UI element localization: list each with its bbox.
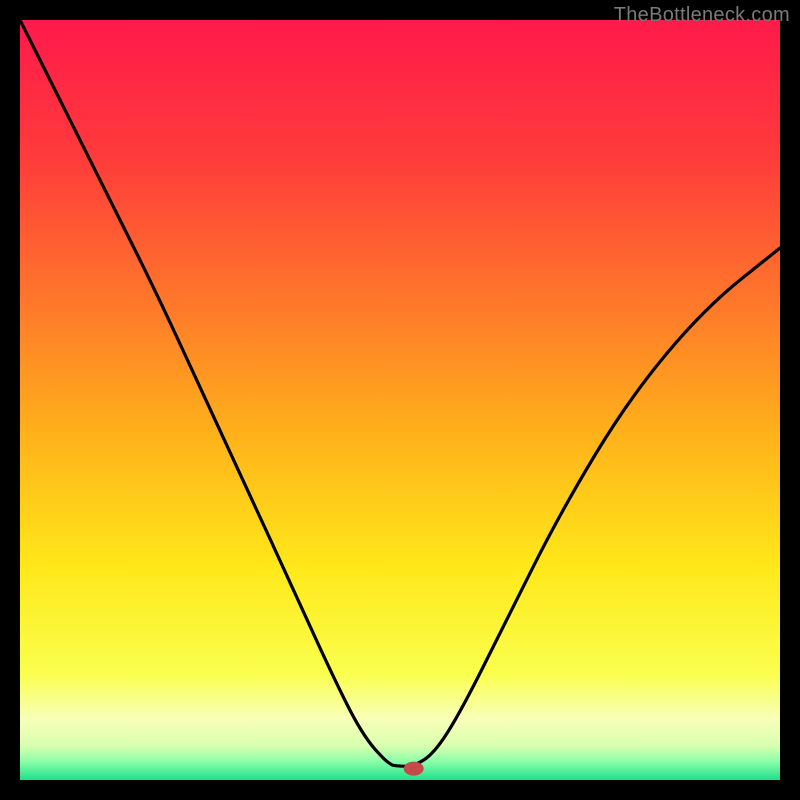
chart-stage: TheBottleneck.com: [0, 0, 800, 800]
gradient-background: [20, 20, 780, 780]
plot-area: [20, 20, 780, 780]
chart-svg: [20, 20, 780, 780]
minimum-marker: [404, 762, 424, 776]
watermark-text: TheBottleneck.com: [614, 4, 790, 27]
